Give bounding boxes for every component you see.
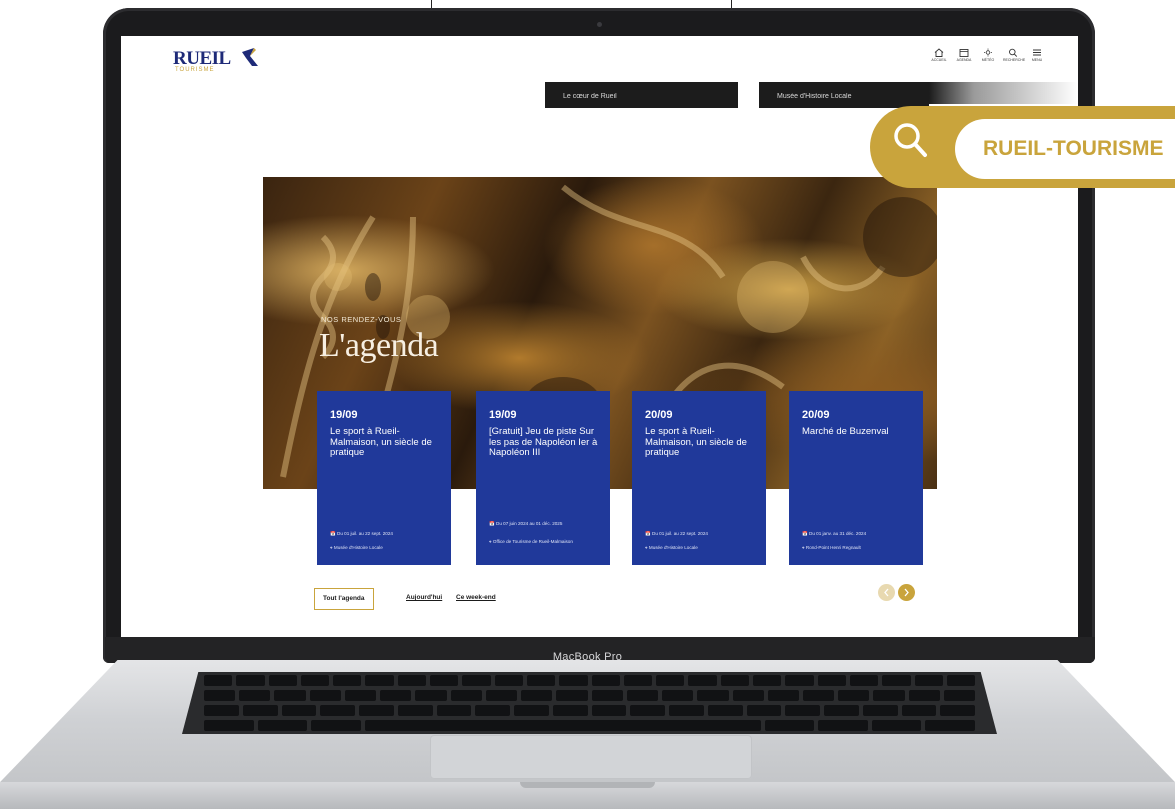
event-place-text: Musée d'Histoire Locale xyxy=(333,545,383,550)
search-icon xyxy=(894,123,927,157)
hero-kicker: NOS RENDEZ-VOUS xyxy=(321,315,402,324)
event-date: 19/09 xyxy=(489,409,517,421)
top-card[interactable]: Le cœur de Rueil xyxy=(545,82,738,108)
nav-home[interactable]: ACCUEIL xyxy=(929,48,949,62)
event-date: 19/09 xyxy=(330,409,358,421)
nav-menu[interactable]: MENU xyxy=(1027,48,1047,62)
trackpad xyxy=(430,735,752,779)
chevron-right-icon xyxy=(904,588,909,597)
event-card[interactable]: 20/09 Le sport à Rueil-Malmaison, un siè… xyxy=(632,391,766,565)
event-date: 20/09 xyxy=(802,409,830,421)
event-period-text: Du 07 juin 2024 au 01 déc. 2025 xyxy=(496,521,563,526)
site-header: RUEIL TOURISME ACCUEIL AGENDA MÉTÉO RECH… xyxy=(121,36,1078,78)
event-period: 📅 Du 01 juil. au 22 sept. 2024 xyxy=(330,531,393,536)
nav-weather-label: MÉTÉO xyxy=(981,58,995,62)
today-filter-link[interactable]: Aujourd'hui xyxy=(406,588,442,608)
menu-icon xyxy=(1033,49,1041,56)
event-period: 📅 Du 07 juin 2024 au 01 déc. 2025 xyxy=(489,521,563,526)
keyboard xyxy=(182,672,997,734)
previous-button[interactable] xyxy=(878,584,895,601)
search-icon xyxy=(1009,48,1018,57)
calendar-icon xyxy=(959,49,969,57)
next-button[interactable] xyxy=(898,584,915,601)
event-period: 📅 Du 01 janv. au 31 déc. 2024 xyxy=(802,531,867,536)
hero-title: L'agenda xyxy=(319,327,439,364)
event-date: 20/09 xyxy=(645,409,673,421)
event-card[interactable]: 20/09 Marché de Buzenval 📅 Du 01 janv. a… xyxy=(789,391,923,565)
event-period-text: Du 01 janv. au 31 déc. 2024 xyxy=(809,531,867,536)
all-agenda-button[interactable]: Tout l'agenda xyxy=(314,588,374,610)
top-card-label: Le cœur de Rueil xyxy=(563,93,617,100)
logo-mark-icon xyxy=(242,48,258,66)
nav-menu-label: MENU xyxy=(1031,58,1043,62)
top-card[interactable]: Musée d'Histoire Locale xyxy=(759,82,929,108)
event-title: [Gratuit] Jeu de piste Sur les pas de Na… xyxy=(489,426,598,458)
nav-search[interactable]: RECHERCHE xyxy=(1003,48,1026,62)
event-title: Le sport à Rueil-Malmaison, un siècle de… xyxy=(330,426,432,458)
event-place: ⌖ Musée d'Histoire Locale xyxy=(330,545,383,550)
event-place-text: Rond-Point Henri Regnault xyxy=(805,545,861,550)
nav-agenda-label: AGENDA xyxy=(956,58,972,62)
event-place: ⌖ Office de Tourisme de Rueil-Malmaison xyxy=(489,539,573,544)
nav-home-label: ACCUEIL xyxy=(931,58,947,62)
top-card-fade xyxy=(929,82,1078,104)
camera-icon xyxy=(597,22,602,27)
event-card[interactable]: 19/09 Le sport à Rueil-Malmaison, un siè… xyxy=(317,391,451,565)
event-title: Marché de Buzenval xyxy=(802,426,889,437)
weekend-filter-link[interactable]: Ce week-end xyxy=(456,588,496,608)
event-place: ⌖ Musée d'Histoire Locale xyxy=(645,545,698,550)
nav-agenda[interactable]: AGENDA xyxy=(954,48,974,62)
event-period-text: Du 01 juil. au 22 sept. 2024 xyxy=(652,531,708,536)
home-icon xyxy=(934,48,944,57)
sun-icon xyxy=(984,48,992,57)
search-field-text: RUEIL-TOURISME xyxy=(983,137,1164,160)
event-place-text: Office de Tourisme de Rueil-Malmaison xyxy=(492,539,573,544)
event-period: 📅 Du 01 juil. au 22 sept. 2024 xyxy=(645,531,708,536)
event-place-text: Musée d'Histoire Locale xyxy=(648,545,698,550)
nav-weather[interactable]: MÉTÉO xyxy=(978,48,998,62)
nav-search-label: RECHERCHE xyxy=(1003,58,1026,62)
event-card[interactable]: 19/09 [Gratuit] Jeu de piste Sur les pas… xyxy=(476,391,610,565)
event-title: Le sport à Rueil-Malmaison, un siècle de… xyxy=(645,426,747,458)
lid-opening-notch xyxy=(520,782,655,788)
logo-subtitle: TOURISME xyxy=(175,67,215,73)
top-card-label: Musée d'Histoire Locale xyxy=(777,93,852,100)
event-period-text: Du 01 juil. au 22 sept. 2024 xyxy=(337,531,393,536)
event-place: ⌖ Rond-Point Henri Regnault xyxy=(802,545,861,550)
chevron-left-icon xyxy=(884,588,889,597)
